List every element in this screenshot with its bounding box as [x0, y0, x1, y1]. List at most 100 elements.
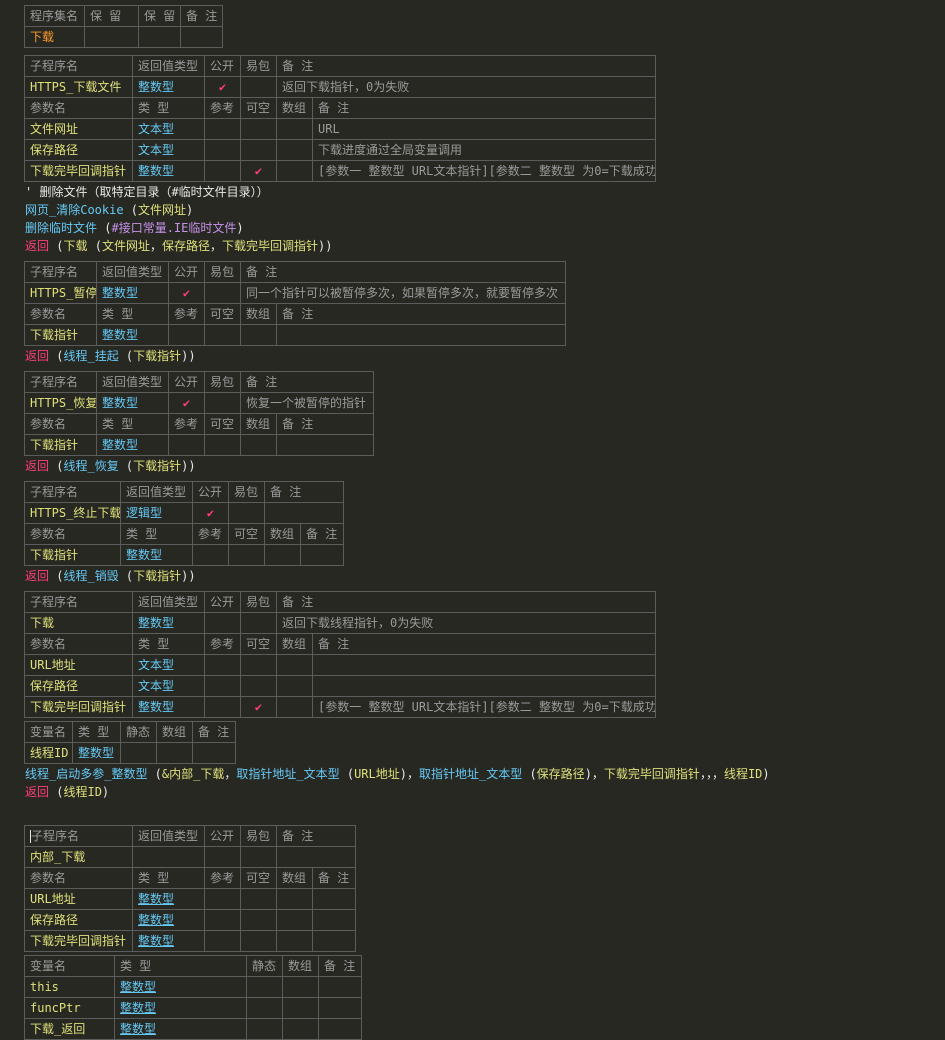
- param-type[interactable]: 文本型: [132, 139, 205, 161]
- var-name[interactable]: this: [24, 976, 115, 998]
- assembly-name[interactable]: 下载: [24, 26, 85, 48]
- array-header: 数组: [240, 303, 277, 325]
- note-header: 备 注: [318, 955, 362, 977]
- code-return-line[interactable]: 返回 (线程_挂起 (下载指针)): [25, 347, 196, 365]
- array-header: 数组: [282, 955, 319, 977]
- param-type[interactable]: 整数型: [132, 160, 205, 182]
- param-note[interactable]: 下载进度通过全局变量调用: [311, 139, 657, 161]
- assembly-name-header: 程序集名: [24, 5, 85, 27]
- param-type[interactable]: 整数型: [132, 909, 205, 931]
- assembly-table: 程序集名保 留保 留备 注 下载: [24, 5, 223, 48]
- var-type[interactable]: 整数型: [114, 976, 247, 998]
- sub-name[interactable]: HTTPS_恢复: [24, 392, 97, 414]
- sub-note[interactable]: 返回下载指针，0为失败: [275, 76, 657, 98]
- sub-name-header: 子程序名: [24, 261, 97, 283]
- var-type[interactable]: 整数型: [72, 742, 121, 764]
- sub-note[interactable]: 恢复一个被暂停的指针: [239, 392, 375, 414]
- param-name-header: 参数名: [24, 413, 97, 435]
- sub-note[interactable]: 返回下载线程指针，0为失败: [275, 612, 657, 634]
- easy-pack-header: 易包: [240, 825, 277, 847]
- code-line[interactable]: 线程_启动多参_整数型 (&内部_下载，取指针地址_文本型 (URL地址)，取指…: [25, 765, 770, 783]
- var-type[interactable]: 整数型: [114, 997, 247, 1019]
- code-return-line[interactable]: 返回 (线程ID): [25, 783, 109, 801]
- return-keyword: 返回: [25, 459, 50, 473]
- var-type[interactable]: 整数型: [114, 1018, 247, 1040]
- note-header: 备 注: [275, 303, 567, 325]
- code-return-line[interactable]: 返回 (线程_销毁 (下载指针)): [25, 567, 196, 585]
- code-comment-line[interactable]: ' 删除文件（取特定目录（#临时文件目录））: [25, 183, 269, 201]
- type-header: 类 型: [132, 867, 205, 889]
- var-name[interactable]: funcPtr: [24, 997, 115, 1019]
- param-name[interactable]: 保存路径: [24, 675, 133, 697]
- sub-note[interactable]: 同一个指针可以被暂停多次，如果暂停多次，就要暂停多次: [239, 282, 567, 304]
- param-name[interactable]: URL地址: [24, 888, 133, 910]
- public-check-icon[interactable]: ✔: [168, 392, 205, 414]
- sub-name-header: 子程序名: [24, 825, 133, 847]
- code-line[interactable]: 删除临时文件 (#接口常量.IE临时文件): [25, 219, 244, 237]
- local-var-table: 变量名类 型静态 数组备 注 线程ID 整数型: [24, 721, 236, 764]
- return-type[interactable]: 整数型: [132, 612, 205, 634]
- nullable-check-icon[interactable]: ✔: [240, 160, 277, 182]
- type-header: 类 型: [114, 955, 247, 977]
- param-name[interactable]: 保存路径: [24, 139, 133, 161]
- param-type[interactable]: 文本型: [132, 118, 205, 140]
- param-note[interactable]: [参数一 整数型 URL文本指针][参数二 整数型 为0=下载成功]: [311, 160, 657, 182]
- static-header: 静态: [246, 955, 283, 977]
- return-keyword: 返回: [25, 785, 50, 799]
- array-header: 数组: [276, 97, 313, 119]
- public-header: 公开: [204, 55, 241, 77]
- param-type[interactable]: 文本型: [132, 675, 205, 697]
- var-name[interactable]: 下载_返回: [24, 1018, 115, 1040]
- type-header: 类 型: [96, 303, 169, 325]
- param-type[interactable]: 整数型: [132, 696, 205, 718]
- param-name[interactable]: 保存路径: [24, 909, 133, 931]
- param-name[interactable]: 下载完毕回调指针: [24, 160, 133, 182]
- call-name: 线程_启动多参_整数型: [25, 767, 148, 781]
- param-type[interactable]: 整数型: [132, 888, 205, 910]
- return-type-header: 返回值类型: [132, 825, 205, 847]
- public-header: 公开: [192, 481, 229, 503]
- sub-name[interactable]: 内部_下载: [24, 846, 133, 868]
- param-name[interactable]: 下载指针: [24, 324, 97, 346]
- code-return-line[interactable]: 返回 (线程_恢复 (下载指针)): [25, 457, 196, 475]
- note-header: 备 注: [192, 721, 236, 743]
- note-header: 备 注: [299, 523, 345, 545]
- return-type[interactable]: 整数型: [96, 392, 169, 414]
- param-type[interactable]: 整数型: [96, 324, 169, 346]
- param-type[interactable]: 整数型: [96, 434, 169, 456]
- param-name[interactable]: 下载完毕回调指针: [24, 930, 133, 952]
- param-type[interactable]: 文本型: [132, 654, 205, 676]
- nullable-check-icon[interactable]: ✔: [240, 696, 277, 718]
- param-name[interactable]: URL地址: [24, 654, 133, 676]
- code-line[interactable]: 网页_清除Cookie (文件网址): [25, 201, 193, 219]
- param-note[interactable]: URL: [311, 118, 657, 140]
- return-type-header: 返回值类型: [132, 591, 205, 613]
- public-header: 公开: [168, 371, 205, 393]
- sub-name[interactable]: HTTPS_暂停: [24, 282, 97, 304]
- param-name[interactable]: 下载指针: [24, 434, 97, 456]
- param-note[interactable]: [参数一 整数型 URL文本指针][参数二 整数型 为0=下载成功]: [311, 696, 657, 718]
- param-type[interactable]: 整数型: [132, 930, 205, 952]
- code-return-line[interactable]: 返回 (下载 (文件网址，保存路径，下载完毕回调指针)): [25, 237, 332, 255]
- param-type[interactable]: 整数型: [120, 544, 193, 566]
- param-name[interactable]: 下载指针: [24, 544, 121, 566]
- note-header: 备 注: [275, 825, 357, 847]
- sub-name[interactable]: 下载: [24, 612, 133, 634]
- nullable-header: 可空: [240, 633, 277, 655]
- note-header: 备 注: [263, 481, 345, 503]
- param-name[interactable]: 文件网址: [24, 118, 133, 140]
- param-name[interactable]: 下载完毕回调指针: [24, 696, 133, 718]
- sub-table-internal-download: 子程序名 返回值类型 公开 易包备 注 内部_下载 参数名类 型参考 可空 数组备 注 U…: [24, 825, 357, 952]
- var-name-header: 变量名: [24, 955, 115, 977]
- var-name[interactable]: 线程ID: [24, 742, 73, 764]
- sub-name[interactable]: HTTPS_下载文件: [24, 76, 133, 98]
- return-type[interactable]: 整数型: [132, 76, 205, 98]
- return-type[interactable]: 逻辑型: [120, 502, 193, 524]
- public-check-icon[interactable]: ✔: [204, 76, 241, 98]
- easy-pack-header: 易包: [228, 481, 265, 503]
- return-type[interactable]: 整数型: [96, 282, 169, 304]
- note-header: 备 注: [311, 633, 657, 655]
- sub-name[interactable]: HTTPS_终止下载: [24, 502, 121, 524]
- public-check-icon[interactable]: ✔: [168, 282, 205, 304]
- public-check-icon[interactable]: ✔: [192, 502, 229, 524]
